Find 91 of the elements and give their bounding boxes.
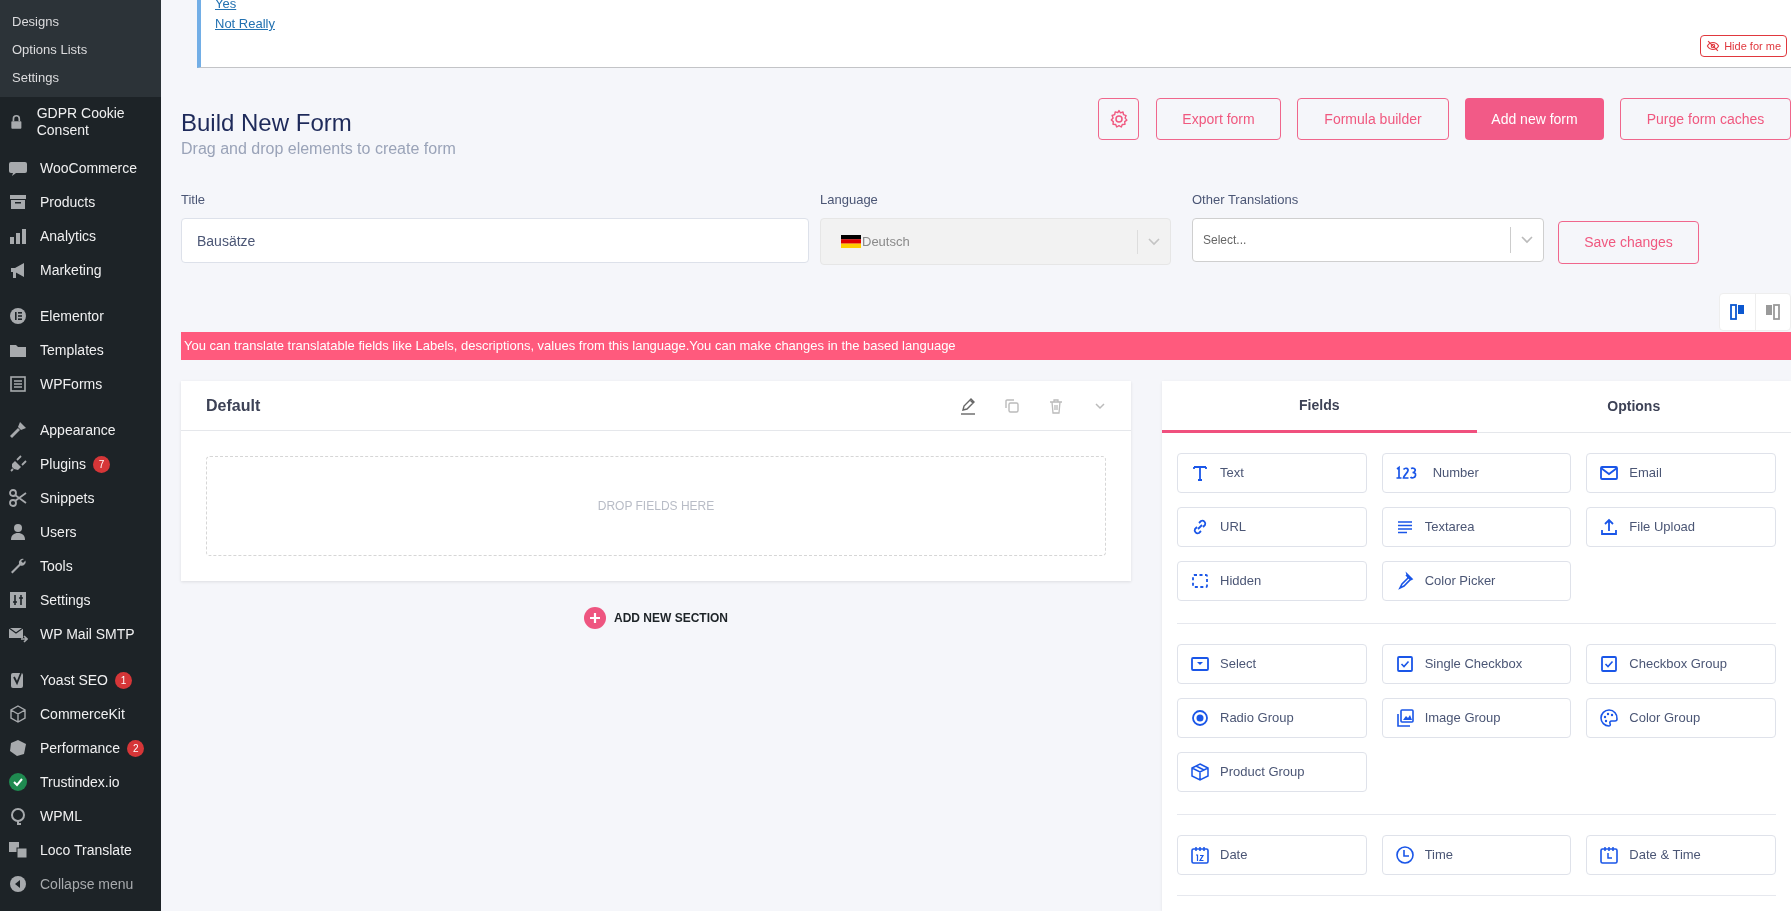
bar-chart-icon bbox=[8, 226, 28, 246]
field-type-button[interactable]: Color Picker bbox=[1381, 561, 1572, 601]
scissors-icon bbox=[8, 488, 28, 508]
field-type-button[interactable]: Date & Time bbox=[1586, 835, 1776, 875]
field-type-button[interactable]: File Upload bbox=[1586, 507, 1776, 547]
sidebar-menu-item[interactable]: Plugins 7 bbox=[0, 447, 161, 481]
radio-icon bbox=[1190, 708, 1210, 728]
sidebar-menu-item[interactable]: Snippets bbox=[0, 481, 161, 515]
sidebar-menu-item[interactable]: Loco Translate bbox=[0, 833, 161, 867]
germany-flag-icon bbox=[841, 235, 861, 248]
count-badge: 1 bbox=[115, 671, 132, 689]
calendar-icon bbox=[1190, 845, 1210, 865]
sidebar-menu-item[interactable]: GDPR Cookie Consent bbox=[0, 105, 161, 139]
field-type-button[interactable]: Email bbox=[1586, 453, 1776, 493]
add-new-section-button[interactable]: ADD NEW SECTION bbox=[584, 607, 728, 629]
circle-e-icon bbox=[8, 306, 28, 326]
checkbox-icon bbox=[1394, 654, 1415, 674]
field-type-button[interactable]: Date bbox=[1177, 835, 1367, 875]
dashed-square-icon bbox=[1190, 571, 1210, 591]
sidebar-menu-item[interactable]: WP Mail SMTP bbox=[0, 617, 161, 651]
field-type-button[interactable]: Single Checkbox bbox=[1381, 644, 1572, 684]
gear-icon bbox=[1108, 109, 1129, 129]
field-label: Title bbox=[181, 191, 207, 209]
field-type-button[interactable]: Select bbox=[1177, 644, 1367, 684]
field-type-button[interactable]: Time bbox=[1381, 835, 1572, 875]
info-banner: You can translate translatable fields like Labels, descriptions, values from this language.You can make changes in the based language bbox=[181, 332, 1791, 360]
field-type-button[interactable]: Color Group bbox=[1586, 698, 1776, 738]
field-type-button[interactable]: Product Group bbox=[1177, 752, 1367, 792]
plus-icon bbox=[584, 607, 606, 629]
submenu-item[interactable]: Options Lists bbox=[0, 36, 161, 64]
clock-icon bbox=[1394, 845, 1415, 865]
settings-button[interactable] bbox=[1098, 98, 1139, 140]
sidebar-menu-item[interactable]: Trustindex.io bbox=[0, 765, 161, 799]
feedback-link[interactable]: Not Really bbox=[215, 14, 275, 34]
field-type-button[interactable]: Hidden bbox=[1177, 561, 1367, 601]
sidebar-menu-item[interactable]: Performance 2 bbox=[0, 731, 161, 765]
submenu-item[interactable]: Settings bbox=[0, 64, 161, 92]
title-input[interactable]: Bausätze bbox=[181, 218, 809, 263]
field-type-button[interactable]: Checkbox Group bbox=[1586, 644, 1776, 684]
sidebar-menu-item[interactable]: Templates bbox=[0, 333, 161, 367]
count-badge: 7 bbox=[92, 455, 110, 473]
cube-icon bbox=[8, 704, 28, 724]
field-type-button[interactable]: Radio Group bbox=[1177, 698, 1367, 738]
hide-for-me-button[interactable]: Hide for me bbox=[1700, 35, 1787, 57]
sidebar-menu-item[interactable]: Elementor bbox=[0, 299, 161, 333]
field-type-button[interactable]: URL bbox=[1177, 507, 1367, 547]
sidebar-menu-item[interactable]: Yoast SEO 1 bbox=[0, 663, 161, 697]
sidebar-menu-item[interactable]: Settings bbox=[0, 583, 161, 617]
sidebar-menu-item[interactable]: WooCommerce bbox=[0, 151, 161, 185]
field-type-button[interactable]: Text bbox=[1177, 453, 1367, 493]
images-icon bbox=[1394, 708, 1415, 728]
page-subtitle: Drag and drop elements to create form bbox=[181, 139, 456, 159]
upload-icon bbox=[1599, 517, 1620, 537]
calendar-clock-icon bbox=[1599, 845, 1620, 865]
panel-tab[interactable]: Options bbox=[1476, 381, 1791, 432]
user-icon bbox=[8, 522, 28, 542]
section-title: Default bbox=[206, 395, 262, 416]
archive-box-icon bbox=[8, 192, 28, 212]
box-icon bbox=[1190, 762, 1210, 782]
letter-t-icon bbox=[1190, 463, 1210, 483]
field-type-button[interactable]: Number bbox=[1381, 453, 1572, 493]
sidebar-menu-item[interactable]: Marketing bbox=[0, 253, 161, 287]
two-column-layout-icon bbox=[1764, 302, 1782, 322]
checkbox-icon bbox=[1599, 654, 1620, 674]
panel-tab[interactable]: Fields bbox=[1162, 381, 1477, 433]
sidebar-menu-item[interactable]: Appearance bbox=[0, 413, 161, 447]
sidebar-menu-item[interactable]: Products bbox=[0, 185, 161, 219]
plug-icon bbox=[8, 454, 28, 474]
translations-select[interactable]: Select... bbox=[1192, 218, 1544, 262]
sidebar-menu-item[interactable]: Analytics bbox=[0, 219, 161, 253]
envelope-icon bbox=[1599, 463, 1620, 483]
sidebar-menu-item[interactable]: Tools bbox=[0, 549, 161, 583]
form-list-icon bbox=[8, 374, 28, 394]
field-label: Other Translations bbox=[1192, 191, 1300, 209]
sliders-icon bbox=[8, 590, 28, 610]
sidebar-menu-item[interactable]: WPForms bbox=[0, 367, 161, 401]
check-circle-icon bbox=[8, 772, 28, 792]
page-title: Build New Form bbox=[181, 108, 353, 138]
sidebar-menu-item[interactable]: WPML bbox=[0, 799, 161, 833]
submenu-item[interactable]: Designs bbox=[0, 8, 161, 36]
eye-slash-icon bbox=[1706, 39, 1721, 53]
two-column-layout-icon bbox=[1728, 302, 1747, 322]
collapse-menu-button[interactable]: Collapse menu bbox=[0, 867, 161, 901]
field-type-button[interactable]: Image Group bbox=[1381, 698, 1572, 738]
field-label: Language bbox=[820, 191, 879, 209]
field-type-button[interactable]: Textarea bbox=[1381, 507, 1572, 547]
palette-icon bbox=[1599, 708, 1620, 728]
dropdown-box-icon bbox=[1190, 654, 1210, 674]
sidebar-menu-item[interactable]: Users bbox=[0, 515, 161, 549]
sidebar-menu-item[interactable]: CommerceKit bbox=[0, 697, 161, 731]
count-badge: 2 bbox=[127, 739, 145, 757]
